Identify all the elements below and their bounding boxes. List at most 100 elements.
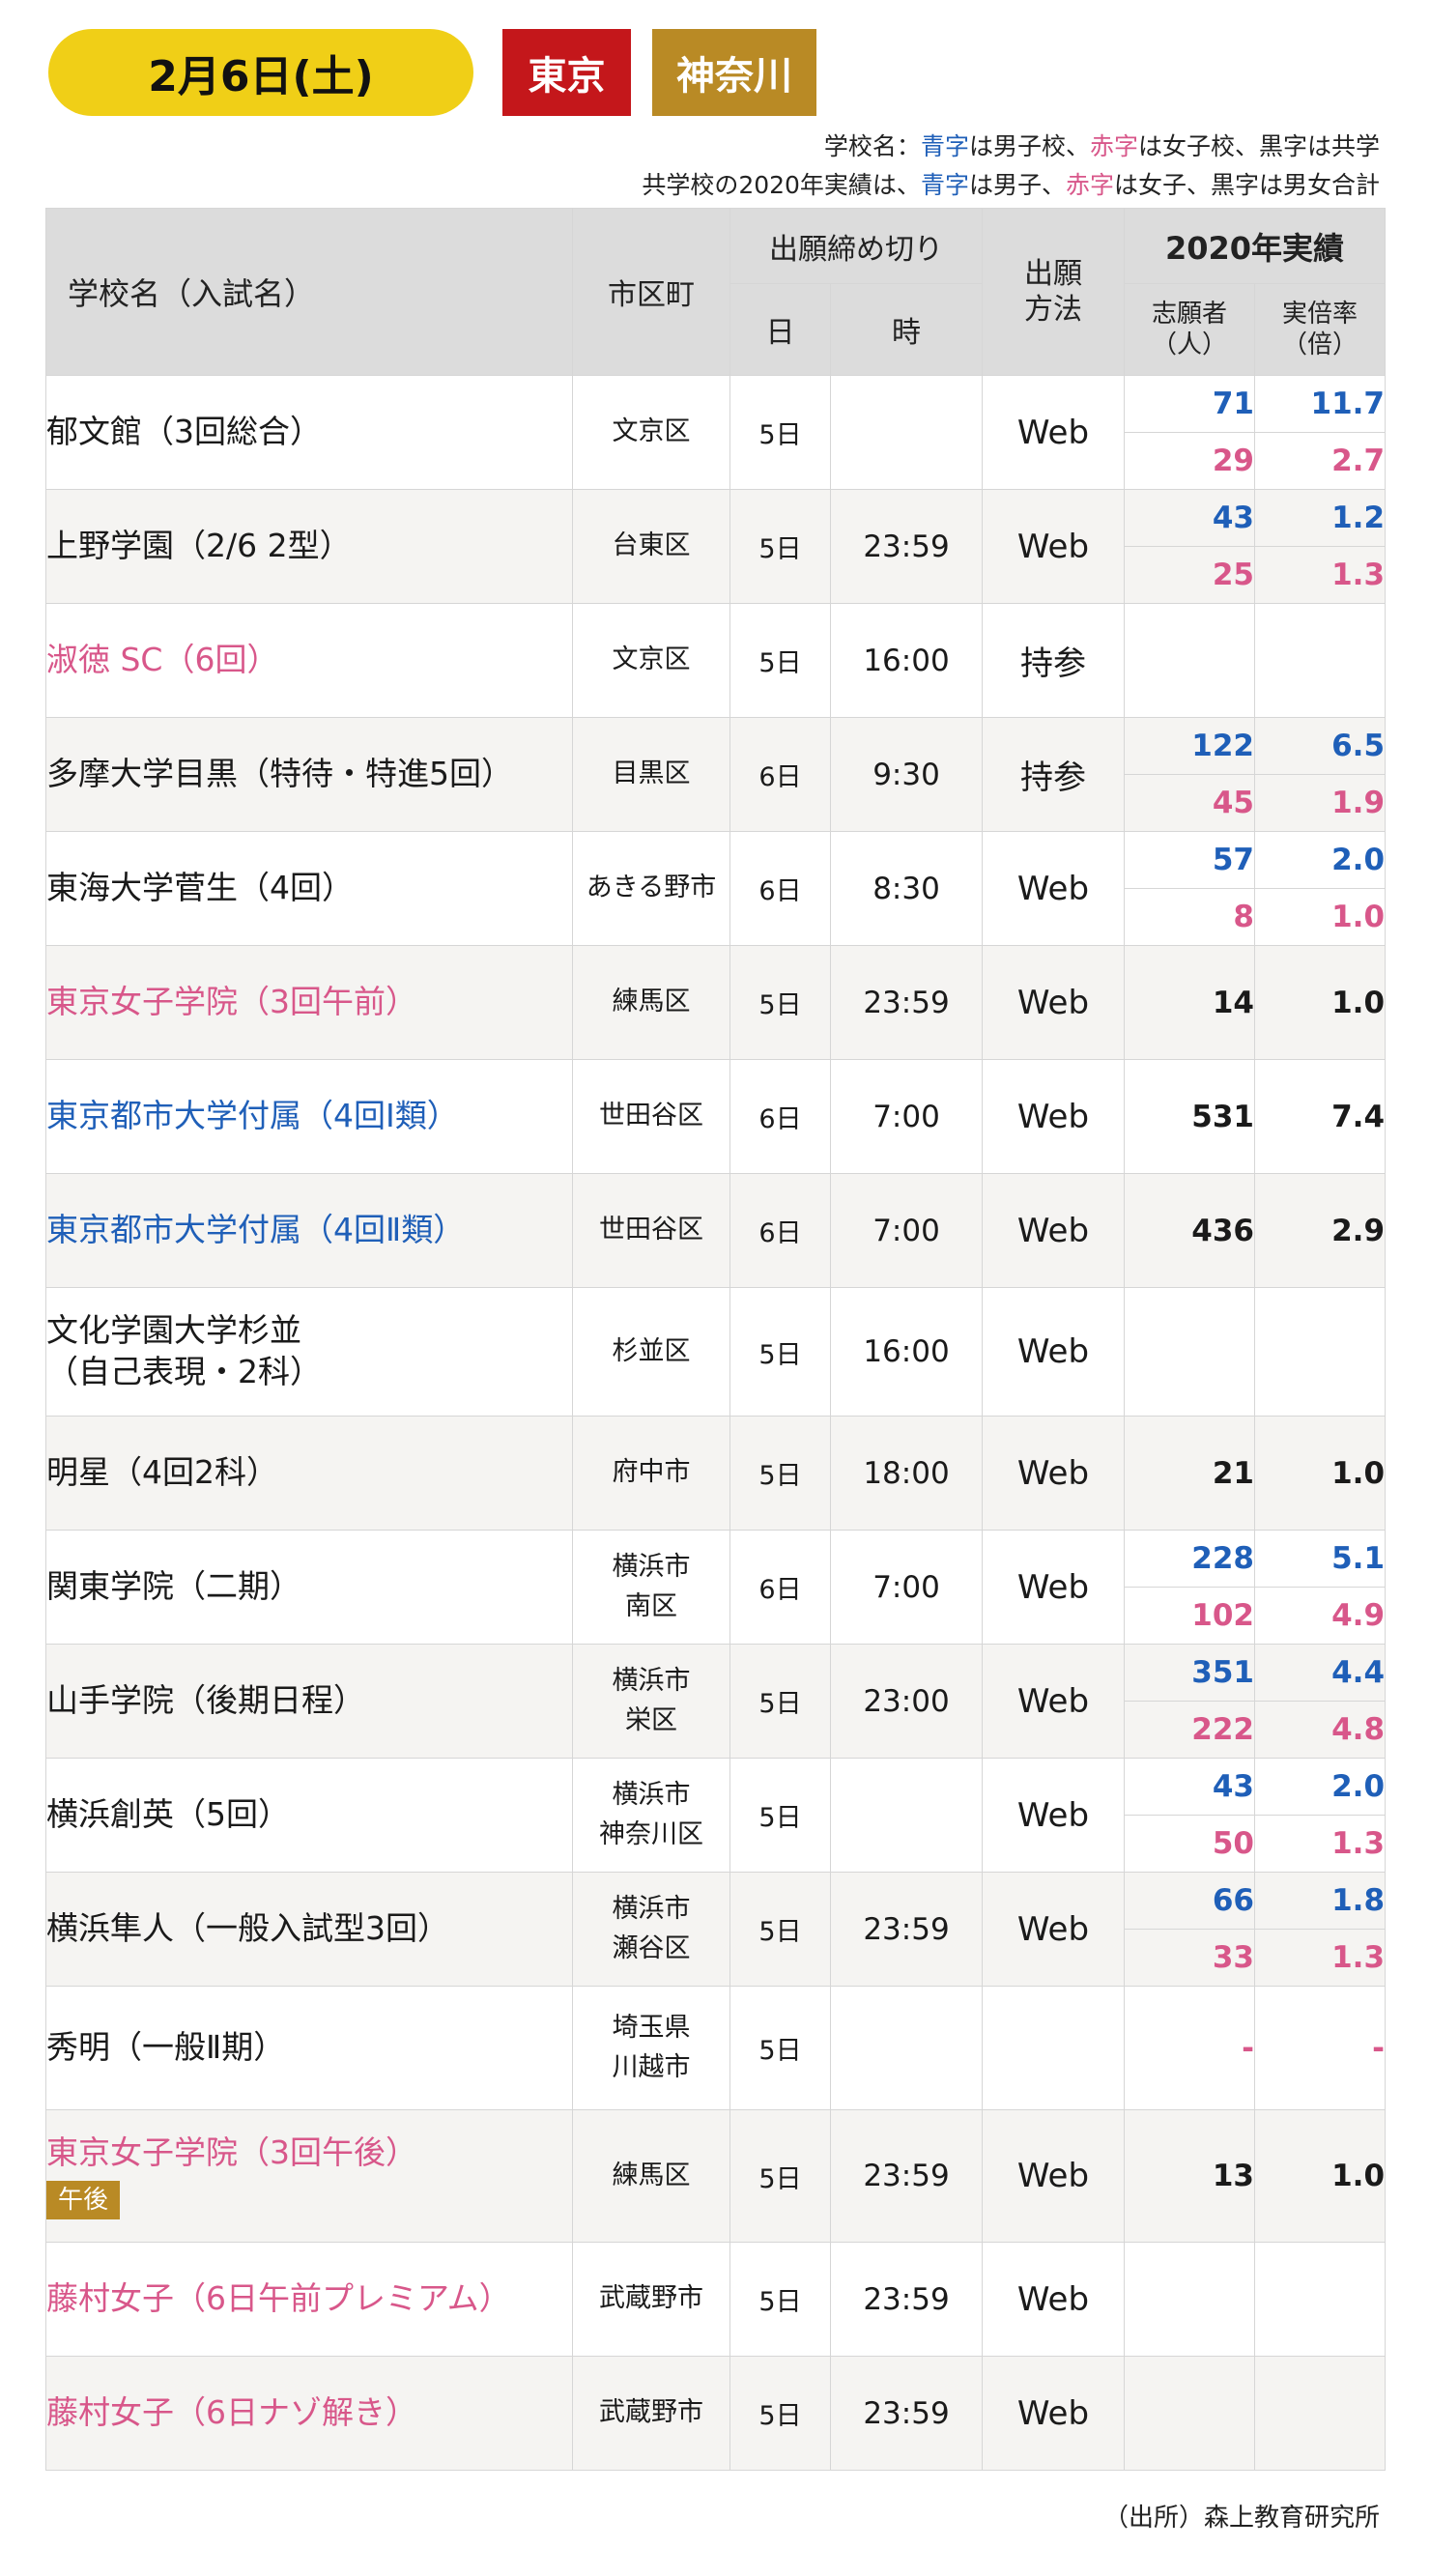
school-name: 関東学院（二期） <box>45 1530 573 1645</box>
school-name: 東海大学菅生（4回） <box>45 831 573 946</box>
table-row: 横浜隼人（一般入試型3回） 横浜市 瀬谷区 5日 23:59 Web 66 1.… <box>45 1872 1387 1987</box>
application-method: Web <box>982 2242 1125 2357</box>
deadline-time: 23:59 <box>830 489 983 604</box>
deadline-time: 23:59 <box>830 2356 983 2471</box>
table-row: 東京女子学院（3回午後） 午後 練馬区 5日 23:59 Web 13 1.0 <box>45 2109 1387 2243</box>
deadline-day: 5日 <box>729 945 831 1060</box>
applicants: 14 <box>1124 945 1255 1060</box>
deadline-day: 6日 <box>729 1173 831 1288</box>
source-note: （出所）森上教育研究所 <box>1102 2504 1380 2533</box>
ratio-female: 1.9 <box>1253 774 1387 832</box>
table-row: 文化学園大学杉並 （自己表現・2科） 杉並区 5日 16:00 Web <box>45 1287 1387 1417</box>
ratio-female: 1.3 <box>1253 1815 1387 1873</box>
applicants <box>1124 2242 1255 2357</box>
city: 埼玉県 川越市 <box>572 1986 730 2110</box>
table-row: 藤村女子（6日午前プレミアム） 武蔵野市 5日 23:59 Web <box>45 2242 1387 2357</box>
school-name: 東京都市大学付属（4回Ⅰ類） <box>45 1059 573 1174</box>
ratio-female: 2.7 <box>1253 432 1387 490</box>
city: 横浜市 瀬谷区 <box>572 1872 730 1987</box>
date-badge: 2月6日(土) <box>48 29 473 116</box>
deadline-day: 5日 <box>729 375 831 490</box>
school-name: 明星（4回2科） <box>45 1416 573 1531</box>
ratio: 1.0 <box>1253 1416 1387 1531</box>
application-method: Web <box>982 831 1125 946</box>
city: 世田谷区 <box>572 1059 730 1174</box>
legend-school-colors: 学校名：青字は男子校、赤字は女子校、黒字は共学 <box>823 132 1380 160</box>
ratio-male: 1.8 <box>1253 1872 1387 1930</box>
school-name: 東京都市大学付属（4回Ⅱ類） <box>45 1173 573 1288</box>
city: 武蔵野市 <box>572 2356 730 2471</box>
applicants <box>1124 2356 1255 2471</box>
ratio <box>1253 2356 1387 2471</box>
application-method: Web <box>982 375 1125 490</box>
ratio <box>1253 1287 1387 1417</box>
deadline-time: 16:00 <box>830 603 983 718</box>
applicants-male: 43 <box>1124 1758 1255 1816</box>
table-row: 横浜創英（5回） 横浜市 神奈川区 5日 Web 43 2.0 <box>45 1758 1387 1873</box>
header-ratio: 実倍率（倍） <box>1253 283 1387 376</box>
deadline-time: 18:00 <box>830 1416 983 1531</box>
header: 2月6日(土) 東京 神奈川 学校名：青字は男子校、赤字は女子校、黒字は共学 共… <box>0 0 1430 208</box>
deadline-time: 23:59 <box>830 1872 983 1987</box>
ratio: 2.9 <box>1253 1173 1387 1288</box>
school-name: 藤村女子（6日午前プレミアム） <box>45 2242 573 2357</box>
deadline-day: 5日 <box>729 1872 831 1987</box>
ratio-male: 4.4 <box>1253 1644 1387 1702</box>
applicants <box>1124 603 1255 718</box>
application-method: Web <box>982 1644 1125 1759</box>
deadline-time: 7:00 <box>830 1059 983 1174</box>
deadline-time: 7:00 <box>830 1173 983 1288</box>
deadline-time: 23:59 <box>830 2242 983 2357</box>
ratio-male: 11.7 <box>1253 375 1387 433</box>
school-name: 上野学園（2/6 2型） <box>45 489 573 604</box>
application-method <box>982 1986 1125 2110</box>
applicants-male: 122 <box>1124 717 1255 775</box>
school-name: 多摩大学目黒（特待・特進5回） <box>45 717 573 832</box>
applicants-male: 351 <box>1124 1644 1255 1702</box>
application-method: Web <box>982 1287 1125 1417</box>
city: 横浜市 南区 <box>572 1530 730 1645</box>
city: 台東区 <box>572 489 730 604</box>
application-method: Web <box>982 1530 1125 1645</box>
ratio-male: 1.2 <box>1253 489 1387 547</box>
applicants: 436 <box>1124 1173 1255 1288</box>
applicants: 531 <box>1124 1059 1255 1174</box>
header-applicants: 志願者（人） <box>1124 283 1255 376</box>
ratio: 1.0 <box>1253 945 1387 1060</box>
city: 府中市 <box>572 1416 730 1531</box>
ratio-female: 4.9 <box>1253 1587 1387 1645</box>
application-method: Web <box>982 1059 1125 1174</box>
ratio: 7.4 <box>1253 1059 1387 1174</box>
header-deadline: 出願締め切り <box>729 208 983 284</box>
header-city: 市区町 <box>572 208 730 376</box>
application-method: Web <box>982 1416 1125 1531</box>
ratio-male: 6.5 <box>1253 717 1387 775</box>
city: 文京区 <box>572 603 730 718</box>
deadline-day: 5日 <box>729 2109 831 2243</box>
table-row: 上野学園（2/6 2型） 台東区 5日 23:59 Web 43 1.2 <box>45 489 1387 604</box>
applicants <box>1124 1287 1255 1417</box>
applicants-female: 25 <box>1124 546 1255 604</box>
school-name: 秀明（一般Ⅱ期） <box>45 1986 573 2110</box>
header-day: 日 <box>729 283 831 376</box>
city: 世田谷区 <box>572 1173 730 1288</box>
city: 武蔵野市 <box>572 2242 730 2357</box>
deadline-time: 7:00 <box>830 1530 983 1645</box>
school-name: 東京女子学院（3回午後） 午後 <box>45 2109 573 2243</box>
school-name: 東京女子学院（3回午前） <box>45 945 573 1060</box>
applicants-male: 66 <box>1124 1872 1255 1930</box>
school-name: 藤村女子（6日ナゾ解き） <box>45 2356 573 2471</box>
applicants-male: 71 <box>1124 375 1255 433</box>
table-row: 山手学院（後期日程） 横浜市 栄区 5日 23:00 Web 351 4.4 <box>45 1644 1387 1759</box>
header-performance: 2020年実績 <box>1123 208 1387 284</box>
applicants-male: 57 <box>1124 831 1255 889</box>
ratio: - <box>1253 1986 1387 2110</box>
applicants-female: 8 <box>1124 888 1255 946</box>
exam-schedule-table: 学校名（入試名） 市区町 出願締め切り 出願方法 2020年実績 日 時 志願者… <box>45 208 1387 2471</box>
deadline-day: 5日 <box>729 2242 831 2357</box>
ratio-female: 1.3 <box>1253 546 1387 604</box>
ratio-male: 5.1 <box>1253 1530 1387 1588</box>
deadline-day: 5日 <box>729 2356 831 2471</box>
school-name: 山手学院（後期日程） <box>45 1644 573 1759</box>
ratio <box>1253 603 1387 718</box>
